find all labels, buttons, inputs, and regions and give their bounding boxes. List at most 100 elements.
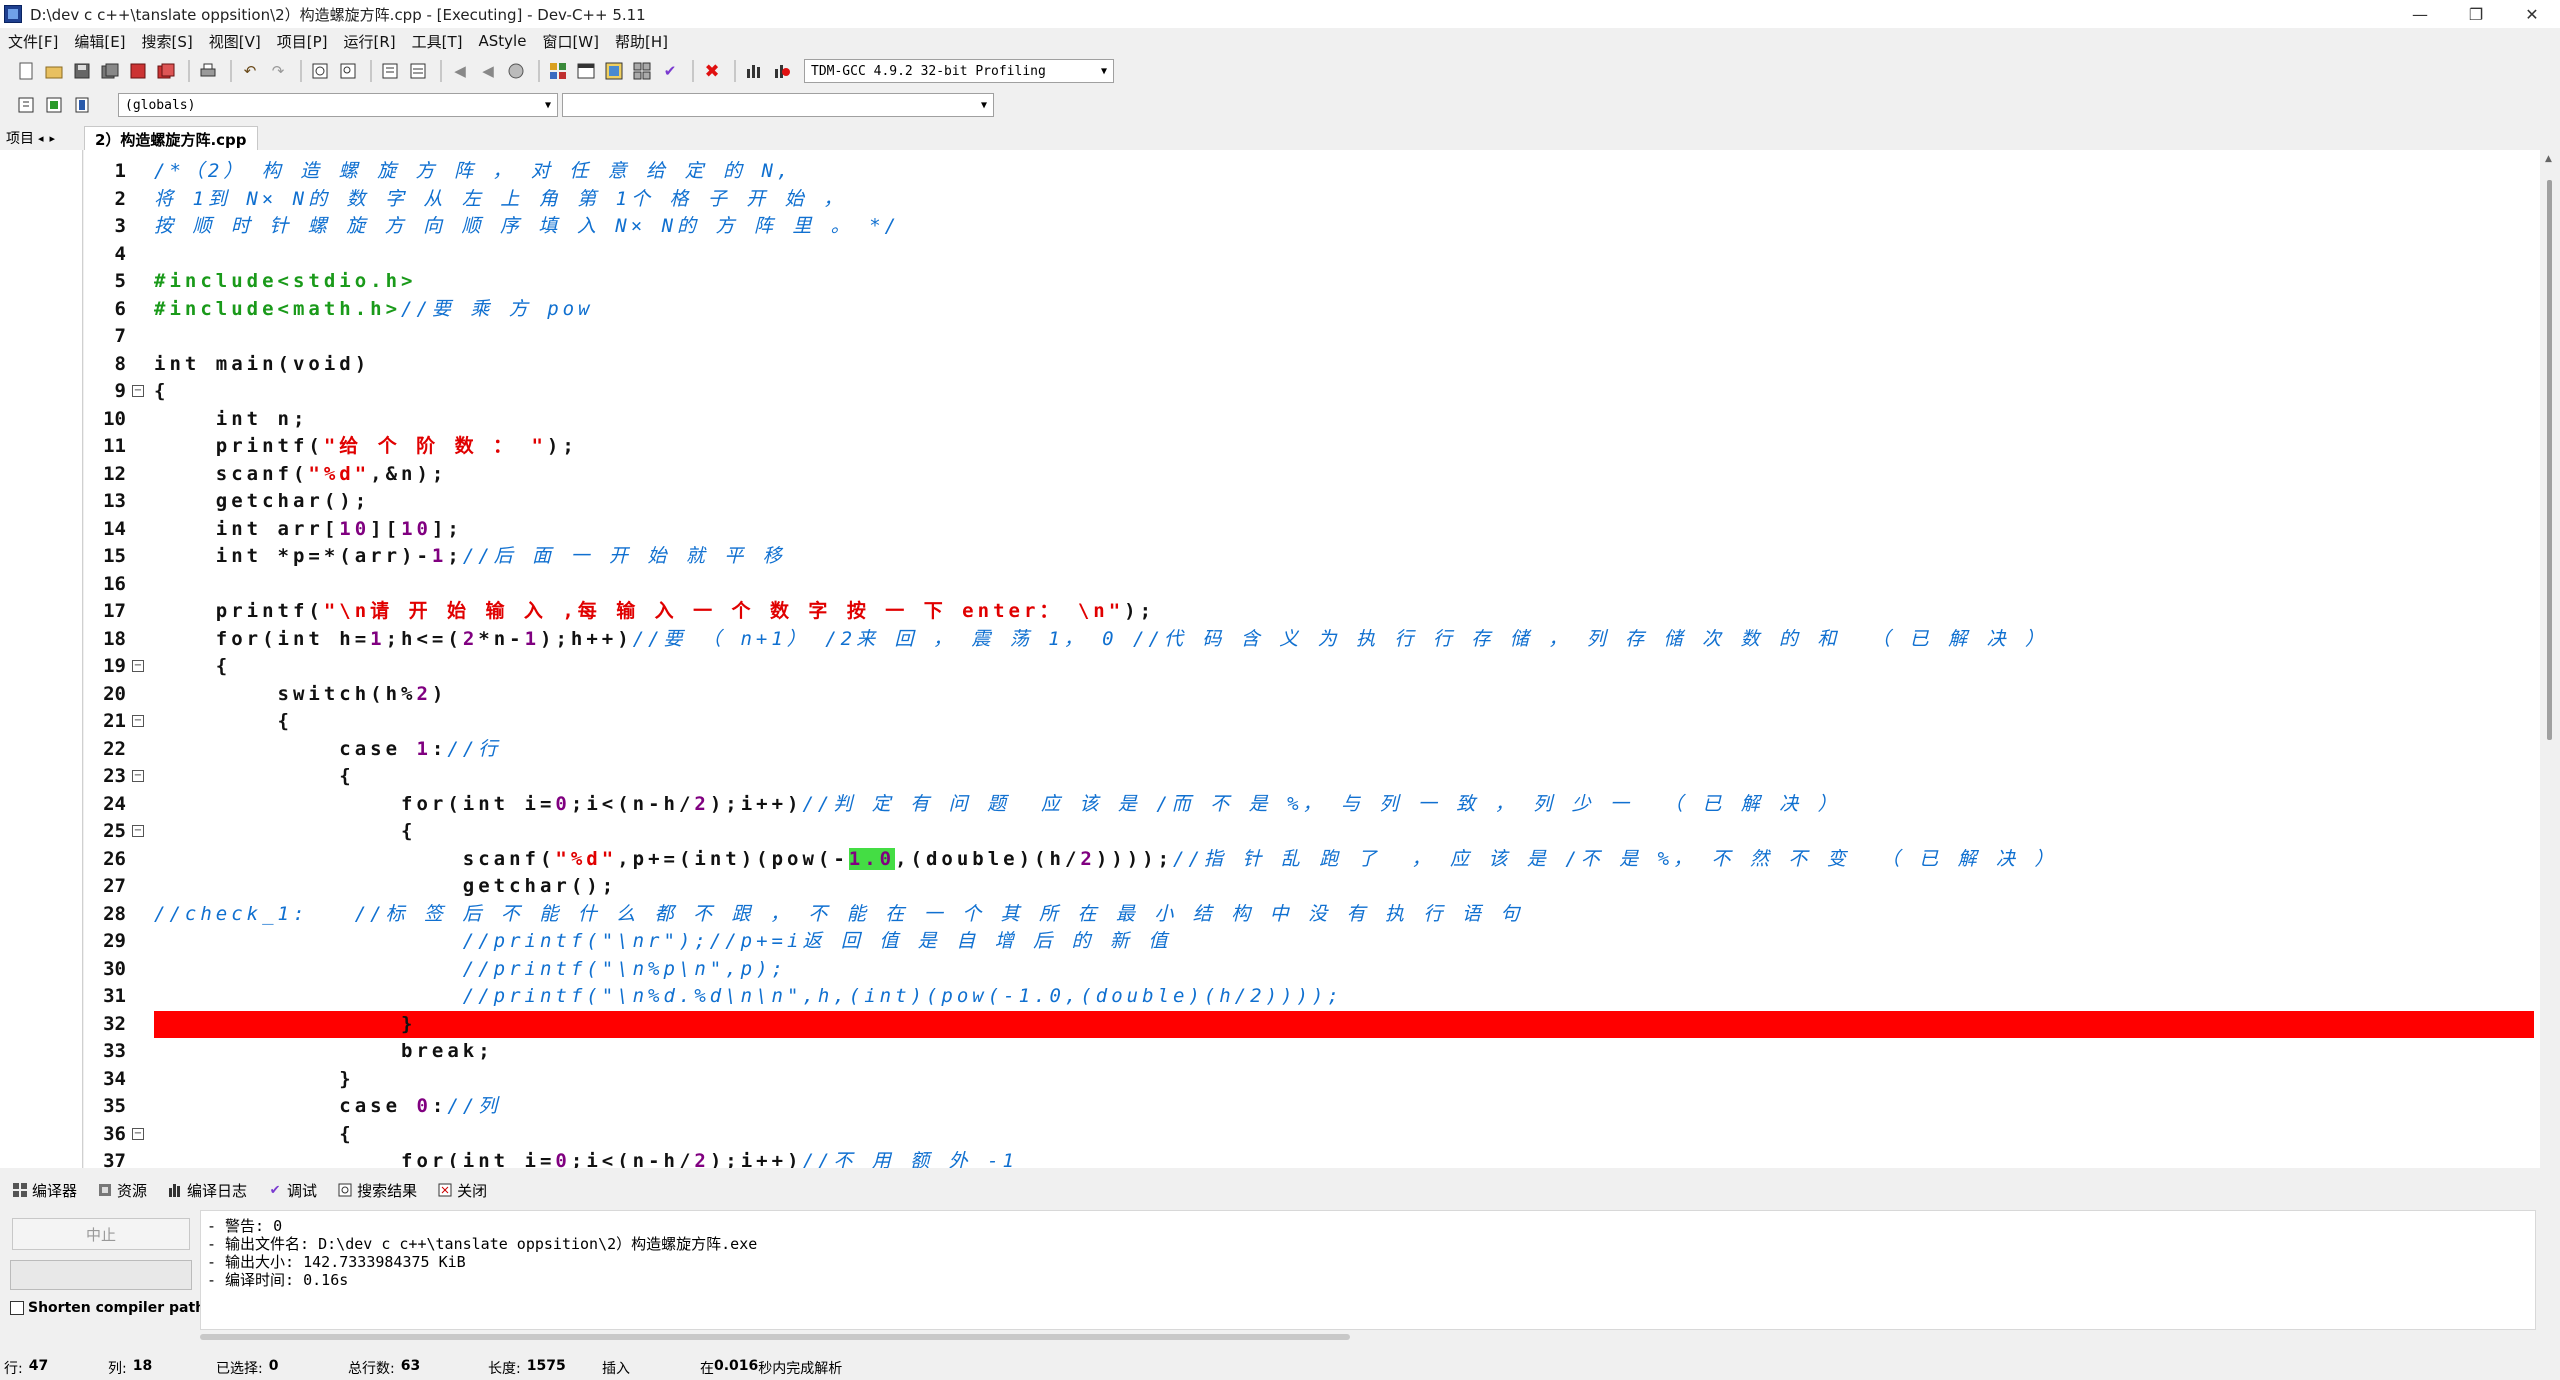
- code-line[interactable]: }: [154, 1011, 416, 1038]
- code-line[interactable]: case 0://列: [154, 1093, 501, 1120]
- save-all-icon[interactable]: [98, 59, 122, 83]
- shorten-paths-option[interactable]: Shorten compiler paths: [10, 1300, 213, 1316]
- tab-next-arrow-icon[interactable]: ▸: [50, 132, 56, 145]
- code-line[interactable]: /*（2） 构 造 螺 旋 方 阵 ， 对 任 意 给 定 的 N,: [154, 158, 792, 185]
- compiler-select[interactable]: TDM-GCC 4.9.2 32-bit Profiling ▼: [804, 59, 1114, 83]
- syntax-check-icon[interactable]: ✔: [658, 59, 682, 83]
- code-line[interactable]: #include<stdio.h>: [154, 268, 416, 295]
- code-line[interactable]: //printf("\nr");//p+=i返 回 值 是 自 增 后 的 新 …: [154, 928, 1171, 955]
- tab-close[interactable]: 关闭: [433, 1180, 491, 1201]
- close-all-icon[interactable]: [154, 59, 178, 83]
- rebuild-icon[interactable]: [630, 59, 654, 83]
- menu-window[interactable]: 窗口[W]: [534, 31, 607, 52]
- redo-icon[interactable]: ↷: [266, 59, 290, 83]
- open-file-icon[interactable]: [42, 59, 66, 83]
- code-line[interactable]: {: [154, 653, 231, 680]
- code-line[interactable]: int n;: [154, 406, 308, 433]
- code-line[interactable]: {: [154, 708, 293, 735]
- code-line[interactable]: 将 1到 N× N的 数 字 从 左 上 角 第 1个 格 子 开 始 ，: [154, 186, 846, 213]
- code-line[interactable]: for(int i=0;i<(n-h/2);i++)//不 用 额 外 -1: [154, 1148, 1018, 1168]
- tab-compiler[interactable]: 编译器: [8, 1180, 81, 1201]
- menu-run[interactable]: 运行[R]: [335, 31, 403, 52]
- editor-vertical-scrollbar[interactable]: ▲: [2540, 150, 2560, 1168]
- close-button[interactable]: ✕: [2504, 0, 2560, 28]
- profile-icon[interactable]: [742, 59, 766, 83]
- symbol-select[interactable]: ▼: [562, 93, 994, 117]
- close-file-icon[interactable]: [126, 59, 150, 83]
- fold-toggle-icon[interactable]: −: [132, 1127, 144, 1140]
- code-line[interactable]: {: [154, 1121, 355, 1148]
- menu-tools[interactable]: 工具[T]: [404, 31, 471, 52]
- scroll-up-arrow-icon[interactable]: ▲: [2545, 154, 2552, 164]
- compile-log-output[interactable]: - 警告: 0 - 输出文件名: D:\dev c c++\tanslate o…: [200, 1210, 2536, 1330]
- fold-toggle-icon[interactable]: −: [132, 715, 144, 727]
- code-line[interactable]: int arr[10][10];: [154, 516, 463, 543]
- go-forward-icon[interactable]: ◀: [476, 59, 500, 83]
- go-back-icon[interactable]: ◀: [448, 59, 472, 83]
- menu-file[interactable]: 文件[F]: [0, 31, 66, 52]
- tab-file[interactable]: 2）构造螺旋方阵.cpp: [84, 126, 258, 151]
- indent-icon[interactable]: [378, 59, 402, 83]
- code-line[interactable]: int *p=*(arr)-1;//后 面 一 开 始 就 平 移: [154, 543, 786, 570]
- bookmark-icon[interactable]: [504, 59, 528, 83]
- toggle-bookmark-icon[interactable]: [42, 93, 66, 117]
- compile-icon[interactable]: [546, 59, 570, 83]
- replace-icon[interactable]: [336, 59, 360, 83]
- menu-astyle[interactable]: AStyle: [471, 32, 535, 50]
- code-editor[interactable]: 1 2 3 4 5 6 7 8 9−10 11 12 13 14 15 16 17 18 19−20 21−22 23…: [84, 150, 2560, 1168]
- code-line[interactable]: int main(void): [154, 351, 370, 378]
- unindent-icon[interactable]: [406, 59, 430, 83]
- undo-icon[interactable]: ↶: [238, 59, 262, 83]
- insert-icon[interactable]: [14, 93, 38, 117]
- tab-resources[interactable]: 资源: [93, 1180, 151, 1201]
- code-line[interactable]: //printf("\n%d.%d\n\n",h,(int)(pow(-1.0,…: [154, 983, 1343, 1010]
- fold-toggle-icon[interactable]: −: [132, 660, 144, 672]
- tab-compile-log[interactable]: 编译日志: [163, 1180, 251, 1201]
- fold-toggle-icon[interactable]: −: [132, 385, 144, 397]
- code-line[interactable]: getchar();: [154, 873, 617, 900]
- scope-select[interactable]: (globals) ▼: [118, 93, 558, 117]
- fold-toggle-icon[interactable]: −: [132, 825, 144, 837]
- goto-bookmark-icon[interactable]: [70, 93, 94, 117]
- fold-toggle-icon[interactable]: −: [132, 770, 144, 782]
- code-line[interactable]: printf("给 个 阶 数 ： ");: [154, 433, 578, 460]
- print-icon[interactable]: [196, 59, 220, 83]
- menu-view[interactable]: 视图[V]: [201, 31, 269, 52]
- log-horizontal-scrollbar[interactable]: [200, 1334, 1350, 1340]
- stop-execution-icon[interactable]: ✖: [700, 59, 724, 83]
- code-line[interactable]: break;: [154, 1038, 494, 1065]
- code-line[interactable]: //printf("\n%p\n",p);: [154, 956, 787, 983]
- code-line[interactable]: 按 顺 时 针 螺 旋 方 向 顺 序 填 入 N× N的 方 阵 里 。 */: [154, 213, 900, 240]
- tab-project[interactable]: 项目: [6, 128, 34, 148]
- tab-prev-arrow-icon[interactable]: ◂: [38, 132, 44, 145]
- compile-run-icon[interactable]: [602, 59, 626, 83]
- tab-debug[interactable]: ✔ 调试: [263, 1180, 321, 1201]
- menu-help[interactable]: 帮助[H]: [607, 31, 676, 52]
- code-line[interactable]: printf("\n请 开 始 输 入 ,每 输 入 一 个 数 字 按 一 下…: [154, 598, 1155, 625]
- menu-search[interactable]: 搜索[S]: [134, 31, 201, 52]
- code-line[interactable]: #include<math.h>//要 乘 方 pow: [154, 296, 594, 323]
- minimize-button[interactable]: —: [2392, 0, 2448, 28]
- code-line[interactable]: }: [154, 1066, 355, 1093]
- scrollbar-thumb[interactable]: [2547, 180, 2552, 740]
- code-line[interactable]: //check_1: //标 签 后 不 能 什 么 都 不 跟 ， 不 能 在…: [154, 901, 1523, 928]
- abort-button[interactable]: 中止: [12, 1218, 190, 1250]
- tab-search-results[interactable]: 搜索结果: [333, 1180, 421, 1201]
- new-file-icon[interactable]: [14, 59, 38, 83]
- code-line[interactable]: for(int h=1;h<=(2*n-1);h++)//要 （ n+1） /2…: [154, 626, 2048, 653]
- code-line[interactable]: for(int i=0;i<(n-h/2);i++)//判 定 有 问 题 应 …: [154, 791, 1841, 818]
- code-line[interactable]: {: [154, 818, 416, 845]
- code-line[interactable]: {: [154, 378, 169, 405]
- code-line[interactable]: scanf("%d",&n);: [154, 461, 447, 488]
- shorten-paths-checkbox[interactable]: [10, 1301, 24, 1315]
- run-icon[interactable]: [574, 59, 598, 83]
- project-panel[interactable]: [0, 150, 83, 1168]
- find-icon[interactable]: [308, 59, 332, 83]
- menu-edit[interactable]: 编辑[E]: [66, 31, 133, 52]
- code-line[interactable]: switch(h%2): [154, 681, 447, 708]
- save-icon[interactable]: [70, 59, 94, 83]
- code-line[interactable]: {: [154, 763, 355, 790]
- maximize-button[interactable]: ❐: [2448, 0, 2504, 28]
- delete-profile-icon[interactable]: [770, 59, 794, 83]
- menu-project[interactable]: 项目[P]: [269, 31, 336, 52]
